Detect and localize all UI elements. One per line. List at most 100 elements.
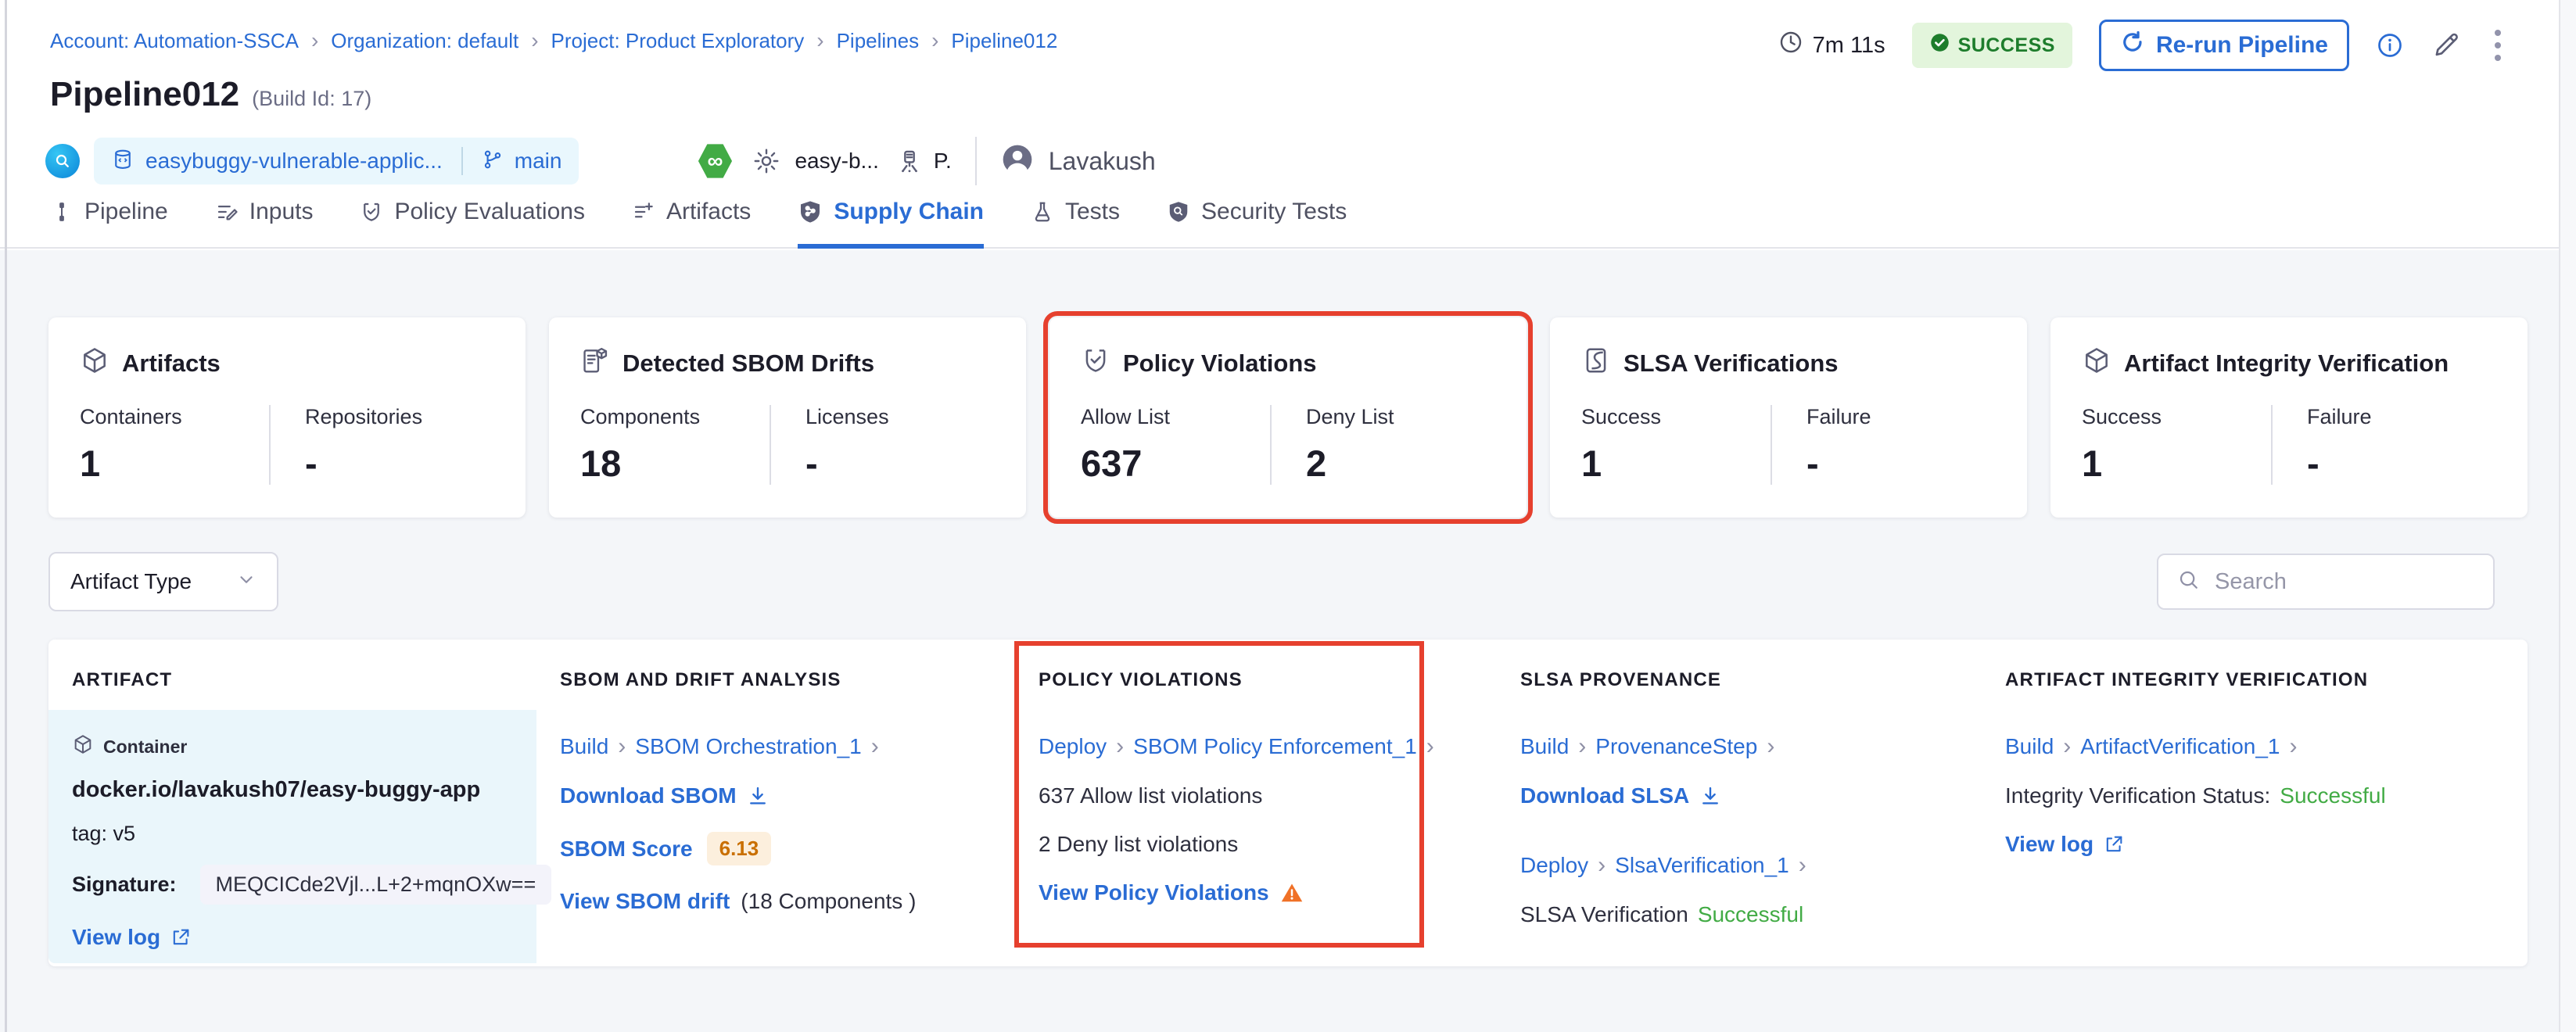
stat-allow-list: Allow List 637: [1081, 405, 1270, 485]
step-link[interactable]: SBOM Policy Enforcement_1: [1133, 734, 1417, 759]
view-log-link[interactable]: View log: [72, 925, 192, 950]
stat-licenses: Licenses -: [770, 405, 995, 485]
edit-pencil-icon[interactable]: [2431, 30, 2460, 60]
signature-value: MEQCICde2Vjl...L+2+mqnOXw==: [200, 865, 552, 905]
sbom-score-link[interactable]: SBOM Score: [560, 837, 693, 862]
build-id: (Build Id: 17): [252, 87, 371, 111]
card-policy-violations: Policy Violations Allow List 637 Deny Li…: [1049, 317, 1527, 518]
allow-list-violations: 637 Allow list violations: [1039, 783, 1473, 808]
page-header: Account: Automation-SSCA Organization: d…: [0, 0, 2576, 249]
repository-icon: [111, 148, 135, 175]
view-policy-violations-link[interactable]: View Policy Violations: [1039, 880, 1269, 905]
view-sbom-drift-link[interactable]: View SBOM drift: [560, 889, 730, 914]
breadcrumb-pipeline[interactable]: Pipeline012: [951, 29, 1057, 53]
sbom-document-icon: [580, 346, 610, 382]
cube-icon: [80, 346, 109, 382]
stat-slsa-failure: Failure -: [1771, 405, 1996, 485]
artifact-type-badge: Container: [72, 733, 513, 760]
kebab-menu-icon[interactable]: [2487, 27, 2509, 64]
stage-link[interactable]: Deploy: [1039, 734, 1107, 759]
signature-row: Signature: MEQCICde2Vjl...L+2+mqnOXw==: [72, 865, 513, 905]
step-link[interactable]: ArtifactVerification_1: [2080, 734, 2280, 759]
breadcrumb-pipelines[interactable]: Pipelines: [837, 28, 952, 53]
col-sbom: SBOM AND DRIFT ANALYSIS: [536, 640, 1015, 710]
status-badge: SUCCESS: [1912, 23, 2072, 68]
table-header: ARTIFACT SBOM AND DRIFT ANALYSIS POLICY …: [48, 640, 2528, 710]
card-slsa-verifications: SLSA Verifications Success 1 Failure -: [1550, 317, 2027, 518]
supply-chain-content: Artifacts Containers 1 Repositories -: [0, 250, 2576, 1032]
trigger-icon: [45, 144, 80, 178]
download-sbom-link[interactable]: Download SBOM: [560, 783, 770, 808]
rerun-pipeline-button[interactable]: Re-run Pipeline: [2099, 20, 2349, 71]
step-link[interactable]: ProvenanceStep: [1595, 734, 1757, 759]
drift-components-count: (18 Components ): [741, 889, 916, 914]
chevron-down-icon: [236, 569, 257, 595]
sbom-score-badge: 6.13: [707, 832, 772, 865]
ci-status-hexagon-icon: ∞: [698, 143, 732, 179]
download-slsa-link[interactable]: Download SLSA: [1520, 783, 1722, 808]
stage-link[interactable]: Build: [1520, 734, 1569, 759]
breadcrumb-account[interactable]: Account: Automation-SSCA: [50, 28, 331, 53]
tab-policy-evaluations[interactable]: Policy Evaluations: [360, 199, 584, 249]
title-row: Pipeline012 (Build Id: 17): [50, 75, 371, 114]
tab-security-tests[interactable]: Security Tests: [1167, 199, 1347, 249]
repo-pill[interactable]: easybuggy-vulnerable-applic... main: [94, 138, 579, 185]
info-icon[interactable]: [2376, 31, 2404, 59]
artifact-type-select[interactable]: Artifact Type: [48, 552, 278, 611]
tab-artifacts[interactable]: Artifacts: [632, 199, 751, 249]
step-link[interactable]: SlsaVerification_1: [1615, 853, 1789, 878]
tab-supply-chain[interactable]: Supply Chain: [798, 199, 984, 249]
card-artifact-integrity: Artifact Integrity Verification Success …: [2050, 317, 2528, 518]
stage-link[interactable]: Deploy: [1520, 853, 1588, 878]
trigger-pipeline-text: easy-b...: [795, 149, 878, 174]
header-controls: 7m 11s SUCCESS Re-run Pipeline: [1778, 19, 2509, 72]
slsa-verification-label: SLSA Verification: [1520, 902, 1688, 927]
search-input[interactable]: [2215, 569, 2510, 595]
warning-icon: [1280, 881, 1304, 905]
step-link[interactable]: SBOM Orchestration_1: [635, 734, 861, 759]
page-title: Pipeline012: [50, 75, 239, 114]
integrity-step-crumbs: Build › ArtifactVerification_1 ›: [2005, 733, 2504, 760]
stage-link[interactable]: Build: [560, 734, 608, 759]
view-log-link[interactable]: View log: [2005, 832, 2125, 857]
sbom-step-crumbs: Build › SBOM Orchestration_1 ›: [560, 733, 992, 760]
search-icon: [2177, 568, 2201, 596]
stat-repositories: Repositories -: [269, 405, 494, 485]
trigger-abbrev: P.: [934, 149, 952, 174]
tab-inputs[interactable]: Inputs: [215, 199, 314, 249]
deny-list-violations: 2 Deny list violations: [1039, 832, 1473, 857]
card-artifacts: Artifacts Containers 1 Repositories -: [48, 317, 526, 518]
stat-slsa-success: Success 1: [1581, 405, 1771, 485]
table-row: Container docker.io/lavakush07/easy-bugg…: [48, 710, 2528, 963]
breadcrumb-project[interactable]: Project: Product Exploratory: [551, 28, 837, 53]
slsa-verification-status: Successful: [1698, 902, 1803, 927]
scrollbar[interactable]: [2559, 0, 2576, 1032]
tab-pipeline[interactable]: Pipeline: [50, 199, 168, 249]
stage-link[interactable]: Build: [2005, 734, 2054, 759]
artifact-tag: tag: v5: [72, 822, 513, 846]
policy-step-crumbs: Deploy › SBOM Policy Enforcement_1 ›: [1039, 733, 1473, 760]
build-duration: 7m 11s: [1778, 30, 1885, 61]
slsa-deploy-crumbs: Deploy › SlsaVerification_1 ›: [1520, 852, 1958, 879]
filter-row: Artifact Type: [48, 552, 2528, 611]
pill-divider: [461, 147, 463, 175]
policy-cell: Deploy › SBOM Policy Enforcement_1 › 637…: [1015, 710, 1497, 963]
artifacts-table: ARTIFACT SBOM AND DRIFT ANALYSIS POLICY …: [48, 640, 2528, 966]
cube-icon: [72, 733, 94, 760]
refresh-icon: [2120, 30, 2145, 61]
duration-text: 7m 11s: [1813, 33, 1885, 59]
breadcrumb: Account: Automation-SSCA Organization: d…: [50, 28, 1057, 53]
search-box: [2157, 554, 2495, 610]
repo-name[interactable]: easybuggy-vulnerable-applic...: [145, 149, 443, 174]
integrity-status-label: Integrity Verification Status:: [2005, 783, 2270, 808]
stat-integrity-failure: Failure -: [2271, 405, 2496, 485]
col-slsa: SLSA PROVENANCE: [1497, 640, 1982, 710]
rerun-label: Re-run Pipeline: [2156, 32, 2328, 59]
tab-tests[interactable]: Tests: [1031, 199, 1120, 249]
branch-name[interactable]: main: [515, 149, 562, 174]
stat-deny-list: Deny List 2: [1270, 405, 1495, 485]
stat-integrity-success: Success 1: [2082, 405, 2271, 485]
stat-containers: Containers 1: [80, 405, 269, 485]
breadcrumb-org[interactable]: Organization: default: [331, 28, 551, 53]
artifact-image-name: docker.io/lavakush07/easy-buggy-app: [72, 777, 513, 803]
